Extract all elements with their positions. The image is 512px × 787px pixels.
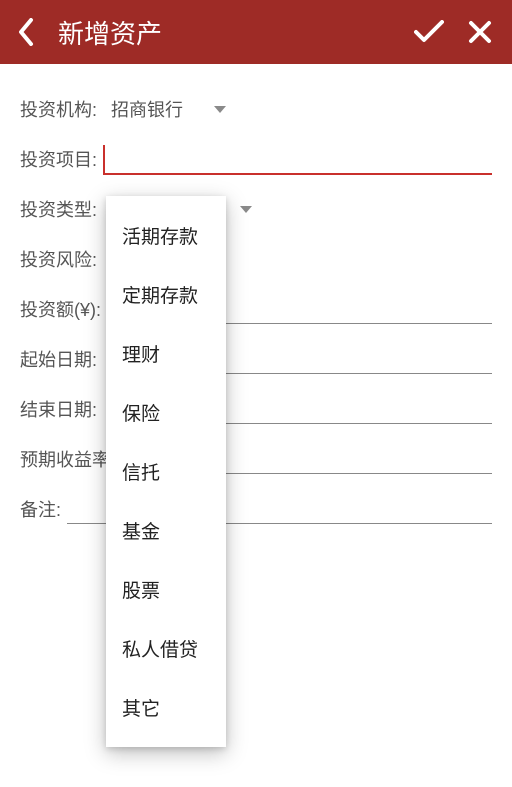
chevron-left-icon: [17, 18, 35, 46]
end-date-input[interactable]: [215, 394, 492, 424]
label-end: 结束日期:: [20, 396, 97, 422]
chevron-down-icon: [213, 105, 227, 115]
amount-input[interactable]: [211, 294, 492, 324]
row-remark: 备注:: [20, 484, 492, 534]
dropdown-item[interactable]: 私人借贷: [106, 619, 226, 678]
row-end: 结束日期:: [20, 384, 492, 434]
row-amount: 投资额(¥):: [20, 284, 492, 334]
project-input[interactable]: [103, 143, 492, 175]
row-project: 投资项目:: [20, 134, 492, 184]
check-icon: [414, 20, 444, 44]
chevron-down-icon: [239, 205, 253, 215]
label-institution: 投资机构:: [20, 96, 97, 122]
label-amount: 投资额(¥):: [20, 296, 101, 322]
page-title: 新增资产: [58, 14, 414, 51]
close-button[interactable]: [468, 20, 492, 44]
label-type: 投资类型:: [20, 196, 97, 222]
label-start: 起始日期:: [20, 346, 97, 372]
confirm-button[interactable]: [414, 20, 444, 44]
start-date-input[interactable]: [215, 344, 492, 374]
dropdown-item[interactable]: 定期存款: [106, 265, 226, 324]
row-institution: 投资机构: 招商银行: [20, 84, 492, 134]
dropdown-item[interactable]: 理财: [106, 324, 226, 383]
row-start: 起始日期:: [20, 334, 492, 384]
row-risk: 投资风险:: [20, 234, 492, 284]
label-project: 投资项目:: [20, 146, 97, 172]
back-button[interactable]: [12, 18, 40, 46]
institution-select[interactable]: 招商银行: [111, 96, 183, 122]
row-type: 投资类型:: [20, 184, 492, 234]
label-remark: 备注:: [20, 496, 61, 522]
dropdown-item[interactable]: 其它: [106, 678, 226, 737]
dropdown-item[interactable]: 基金: [106, 501, 226, 560]
dropdown-item[interactable]: 活期存款: [106, 206, 226, 265]
yield-input[interactable]: [218, 444, 492, 474]
text-cursor: [103, 145, 105, 173]
label-risk: 投资风险:: [20, 246, 97, 272]
form: 投资机构: 招商银行 投资项目: 投资类型: 投资风险: 投资额(¥): 起始日…: [0, 64, 512, 534]
dropdown-item[interactable]: 信托: [106, 442, 226, 501]
label-yield: 预期收益率: [20, 446, 110, 472]
header-actions: [414, 20, 492, 44]
type-chevron[interactable]: [239, 199, 253, 220]
institution-chevron[interactable]: [213, 99, 227, 120]
dropdown-item[interactable]: 保险: [106, 383, 226, 442]
header: 新增资产: [0, 0, 512, 64]
type-dropdown: 活期存款 定期存款 理财 保险 信托 基金 股票 私人借贷 其它: [106, 196, 226, 747]
close-icon: [468, 20, 492, 44]
dropdown-item[interactable]: 股票: [106, 560, 226, 619]
row-yield: 预期收益率: [20, 434, 492, 484]
